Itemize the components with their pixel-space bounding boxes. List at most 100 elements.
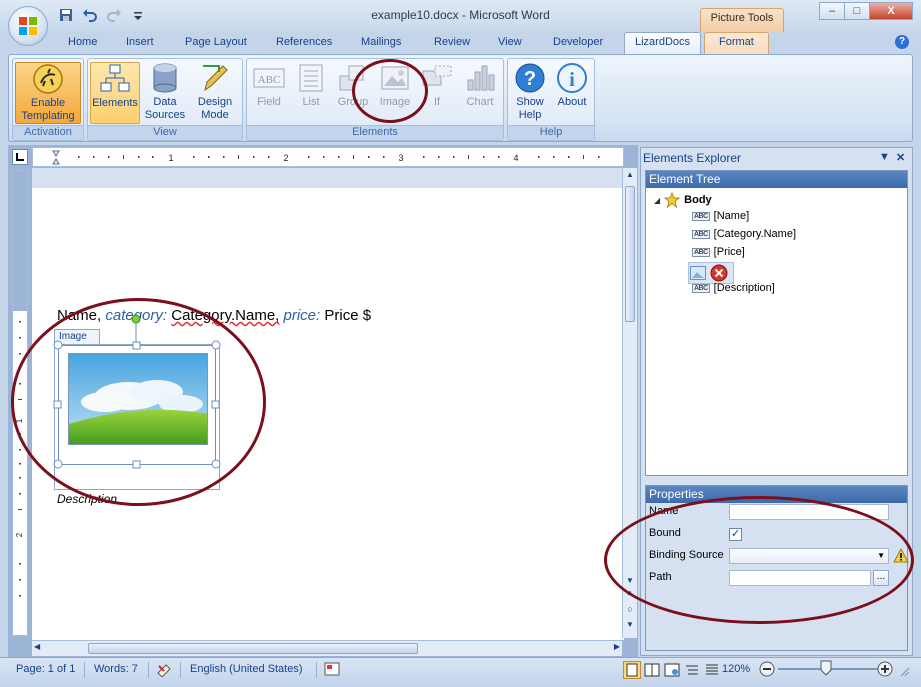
tab-references[interactable]: References bbox=[276, 36, 332, 48]
elements-tree-icon bbox=[99, 63, 131, 95]
field-icon: ABC bbox=[253, 62, 285, 94]
element-tree-panel: Element Tree ◢ Body ABC [Name] ABC [Catego… bbox=[645, 170, 908, 476]
text-field-icon: ABC bbox=[692, 283, 710, 293]
full-screen-reading-icon[interactable] bbox=[643, 661, 661, 679]
scroll-up-icon[interactable]: ▲ bbox=[623, 170, 637, 179]
design-mode-icon bbox=[199, 62, 231, 94]
help-icon[interactable]: ? bbox=[895, 35, 909, 49]
vertical-scroll-thumb[interactable] bbox=[625, 186, 635, 322]
text-field-icon: ABC bbox=[692, 229, 710, 239]
ribbon: Enable Templating Activation Elements Da… bbox=[8, 54, 913, 142]
tab-selector[interactable] bbox=[12, 149, 28, 165]
error-icon bbox=[710, 264, 728, 282]
office-button[interactable] bbox=[8, 6, 48, 46]
group-label-elements: Elements bbox=[247, 125, 503, 140]
tab-lizarddocs[interactable]: LizardDocs bbox=[624, 32, 702, 55]
tree-node-image[interactable] bbox=[688, 262, 734, 284]
lizard-icon bbox=[32, 63, 64, 95]
enable-templating-button[interactable]: Enable Templating bbox=[15, 62, 81, 124]
horizontal-scrollbar[interactable]: ◀ ▶ bbox=[32, 640, 622, 656]
close-button[interactable]: X bbox=[869, 2, 913, 20]
tree-node-category-name[interactable]: ABC [Category.Name] bbox=[692, 228, 796, 240]
design-mode-button[interactable]: Design Mode bbox=[190, 62, 240, 124]
scroll-right-icon[interactable]: ▶ bbox=[614, 642, 620, 651]
tab-mailings[interactable]: Mailings bbox=[361, 36, 401, 48]
elements-button[interactable]: Elements bbox=[90, 62, 140, 124]
about-button[interactable]: i About bbox=[552, 62, 592, 124]
pane-options-icon[interactable]: ▼ bbox=[879, 151, 890, 163]
macro-recording-icon[interactable] bbox=[324, 661, 340, 677]
resize-grip-icon[interactable] bbox=[899, 666, 911, 678]
minimize-button[interactable]: – bbox=[819, 2, 845, 20]
select-browse-object-icon[interactable]: ○ bbox=[623, 604, 637, 614]
group-label-view: View bbox=[88, 125, 242, 140]
zoom-slider-thumb[interactable] bbox=[820, 660, 832, 676]
scroll-left-icon[interactable]: ◀ bbox=[34, 642, 40, 651]
print-layout-icon[interactable] bbox=[623, 661, 641, 679]
group-label-activation: Activation bbox=[13, 125, 83, 140]
tab-developer[interactable]: Developer bbox=[553, 36, 603, 48]
page-count[interactable]: Page: 1 of 1 bbox=[16, 663, 75, 675]
annotation-circle-image-button bbox=[352, 59, 428, 123]
vruler-number: 2 bbox=[15, 532, 24, 537]
horizontal-scroll-thumb[interactable] bbox=[88, 643, 418, 654]
chart-icon bbox=[464, 62, 496, 94]
picture-tools-label: Picture Tools bbox=[700, 8, 784, 32]
tab-format[interactable]: Format bbox=[704, 32, 769, 55]
horizontal-ruler[interactable]: 1 2 3 4 bbox=[32, 147, 624, 167]
ruler-ticks: 1 2 3 4 bbox=[52, 150, 600, 165]
annotation-circle-properties bbox=[604, 496, 914, 624]
office-logo-icon bbox=[19, 17, 37, 35]
view-buttons bbox=[623, 661, 721, 679]
tree-node-price[interactable]: ABC [Price] bbox=[692, 246, 745, 258]
web-layout-icon[interactable] bbox=[663, 661, 681, 679]
tree-node-body[interactable]: ◢ Body bbox=[654, 192, 712, 208]
word-count[interactable]: Words: 7 bbox=[94, 663, 138, 675]
maximize-button[interactable]: □ bbox=[844, 2, 870, 20]
show-help-button[interactable]: ? Show Help bbox=[510, 62, 550, 124]
zoom-in-icon[interactable] bbox=[877, 661, 893, 677]
data-sources-button[interactable]: Data Sources bbox=[142, 62, 188, 124]
tree-node-description[interactable]: ABC [Description] bbox=[692, 282, 775, 294]
pane-title: Elements Explorer bbox=[643, 151, 742, 165]
ribbon-tabs: Home Insert Page Layout References Maili… bbox=[0, 32, 921, 55]
star-icon bbox=[664, 192, 681, 208]
tree-node-name[interactable]: ABC [Name] bbox=[692, 210, 749, 222]
tab-insert[interactable]: Insert bbox=[126, 36, 154, 48]
draft-view-icon[interactable] bbox=[703, 661, 721, 679]
pane-close-icon[interactable]: ✕ bbox=[896, 151, 905, 164]
image-node-icon bbox=[690, 266, 706, 280]
page-margin-area bbox=[32, 168, 624, 188]
svg-text:?: ? bbox=[524, 68, 536, 90]
expand-arrow-icon[interactable]: ◢ bbox=[654, 196, 660, 205]
next-page-icon[interactable]: ▼ bbox=[623, 620, 637, 629]
ruler-number: 3 bbox=[398, 153, 403, 163]
svg-text:i: i bbox=[569, 69, 575, 91]
list-icon bbox=[295, 62, 327, 94]
element-tree-header: Element Tree bbox=[646, 171, 907, 188]
list-button[interactable]: List bbox=[291, 62, 331, 124]
zoom-level[interactable]: 120% bbox=[722, 663, 750, 675]
tab-view[interactable]: View bbox=[498, 36, 522, 48]
ruler-number: 4 bbox=[513, 153, 518, 163]
tab-review[interactable]: Review bbox=[434, 36, 470, 48]
field-button[interactable]: ABC Field bbox=[249, 62, 289, 124]
group-activation: Enable Templating Activation bbox=[12, 58, 84, 141]
zoom-out-icon[interactable] bbox=[759, 661, 775, 677]
database-icon bbox=[149, 62, 181, 94]
group-view: Elements Data Sources Design Mode View bbox=[87, 58, 243, 141]
outline-view-icon[interactable] bbox=[683, 661, 701, 679]
chart-button[interactable]: Chart bbox=[459, 62, 501, 124]
ruler-number: 1 bbox=[168, 153, 173, 163]
ruler-number: 2 bbox=[283, 153, 288, 163]
tab-page-layout[interactable]: Page Layout bbox=[185, 36, 247, 48]
language[interactable]: English (United States) bbox=[190, 663, 303, 675]
help-icon: ? bbox=[514, 62, 546, 94]
tab-home[interactable]: Home bbox=[68, 36, 97, 48]
about-icon: i bbox=[556, 62, 588, 94]
field-price[interactable]: Price $ bbox=[324, 307, 371, 324]
proofing-icon[interactable] bbox=[156, 661, 174, 677]
window-controls: – □ X bbox=[819, 2, 913, 20]
title-bar: example10.docx - Microsoft Word Picture … bbox=[0, 0, 921, 32]
price-label: price: bbox=[283, 307, 321, 324]
